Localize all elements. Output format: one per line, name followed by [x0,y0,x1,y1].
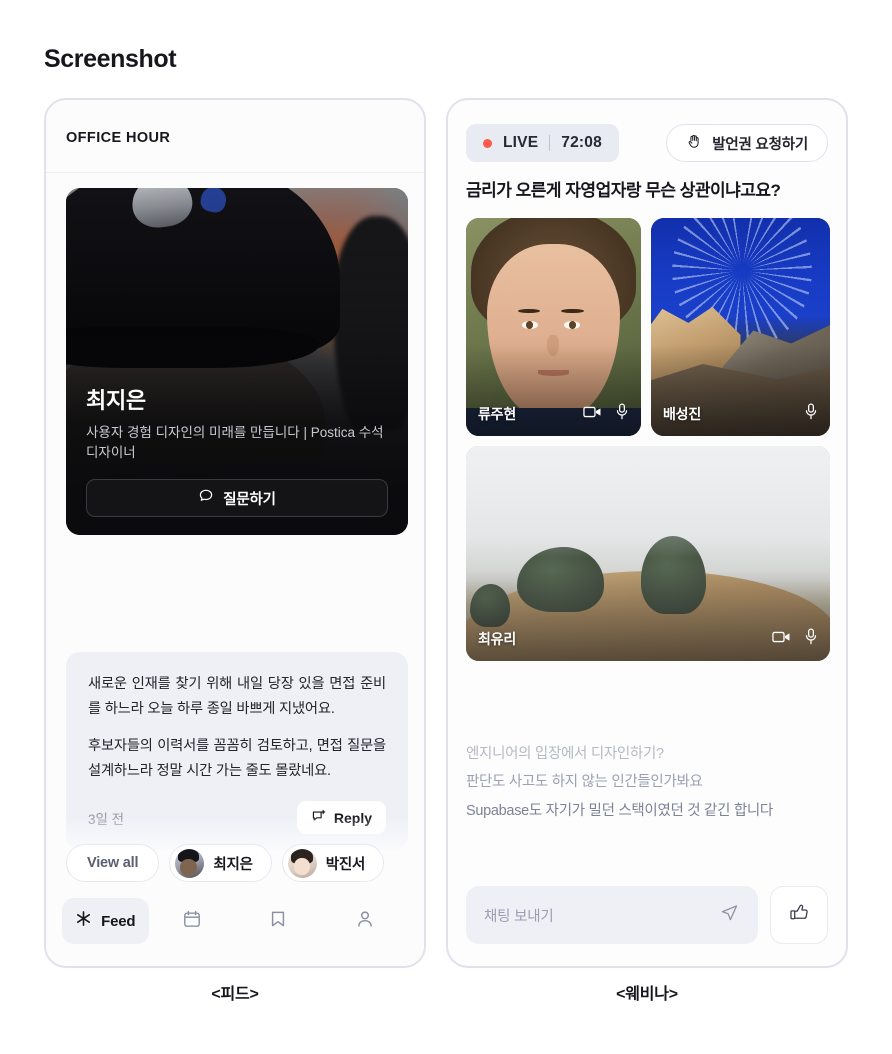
speech-bubble-icon [198,488,214,508]
request-to-speak-label: 발언권 요청하기 [712,136,808,153]
view-all-label: View all [87,855,139,871]
chat-message: Supabase도 자기가 밀던 스택이였던 것 같긴 합니다 [466,802,773,819]
participant-tile[interactable]: 최유리 [466,446,830,661]
bottom-navigation: Feed [62,898,408,944]
section-title-office-hour: OFFICE HOUR [66,130,171,146]
participant-name: 배성진 [663,406,702,422]
live-status-badge: LIVE 72:08 [466,124,619,162]
request-to-speak-button[interactable]: 발언권 요청하기 [666,124,828,162]
nav-item-feed-label: Feed [101,912,136,930]
nav-item-profile[interactable] [322,898,409,944]
live-label: LIVE [503,134,539,151]
participant-tile[interactable]: 류주현 [466,218,641,436]
microphone-icon[interactable] [615,403,629,425]
view-all-chip[interactable]: View all [66,844,160,882]
like-button[interactable] [770,886,828,944]
participant-chip-choi-jieun[interactable]: 최지은 [169,844,272,882]
person-icon [355,909,375,934]
webinar-title: 금리가 오른게 자영업자랑 무슨 상관이냐고요? [466,181,781,200]
ask-question-label: 질문하기 [223,491,276,508]
speaker-hero-card[interactable]: 최지은 사용자 경험 디자인의 미래를 만듭니다 | Postica 수석 디자… [66,188,408,535]
screenshot-page: Screenshot OFFICE HOUR 최지은 사용자 경험 디자인의 미… [0,0,892,1054]
chat-input-row: 채팅 보내기 [466,886,828,944]
avatar [175,848,205,878]
thumbs-up-icon [788,901,811,929]
ask-question-button[interactable]: 질문하기 [86,479,388,517]
comment-paragraph: 새로운 인재를 찾기 위해 내일 당장 있을 면접 준비를 하느라 오늘 하루 … [88,676,386,717]
nav-item-feed[interactable]: Feed [62,898,149,944]
participant-tile[interactable]: 배성진 [651,218,830,436]
raised-hand-icon [686,133,703,154]
chat-message-log: 엔지니어의 입장에서 디자인하기? 판단도 사고도 하지 않는 인간들인가봐요 … [466,740,828,825]
speaker-bio: 사용자 경험 디자인의 미래를 만듭니다 | Postica 수석 디자이너 [86,424,384,460]
participant-chip-label: 최지은 [213,856,253,873]
send-icon[interactable] [719,902,740,928]
speaker-name: 최지은 [86,387,146,413]
chat-message: 엔지니어의 입장에서 디자인하기? [466,746,664,762]
participant-chip-park-jinseo[interactable]: 박진서 [281,844,385,882]
caption-feed: <피드> [211,986,259,1003]
live-dot-icon [483,138,492,148]
participant-chip-label: 박진서 [325,856,366,873]
page-title: Screenshot [44,45,177,73]
badge-divider [549,135,551,151]
participant-chips: View all 최지은 박진서 [66,844,385,882]
avatar [287,848,317,878]
chat-input-placeholder: 채팅 보내기 [484,908,554,925]
live-timer: 72:08 [561,134,602,151]
participant-name: 류주현 [478,406,517,422]
calendar-icon [182,909,202,934]
webinar-panel: LIVE 72:08 발언권 요청하기 금리가 오른게 자영업자랑 무슨 상관이… [446,98,848,968]
chat-input[interactable]: 채팅 보내기 [466,886,758,944]
comment-paragraph: 후보자들의 이력서를 꼼꼼히 검토하고, 면접 질문을 설계하느라 정말 시간 … [88,738,386,779]
chat-message: 판단도 사고도 하지 않는 인간들인가봐요 [466,774,703,791]
header-divider [46,172,424,173]
caption-webinar: <웨비나> [616,986,678,1003]
nav-item-calendar[interactable] [149,898,236,944]
bookmark-icon [268,909,288,934]
nav-item-bookmark[interactable] [235,898,322,944]
camera-icon[interactable] [583,405,602,424]
camera-icon[interactable] [772,630,791,649]
asterisk-icon [75,910,92,932]
participant-name: 최유리 [478,631,517,647]
feed-panel: OFFICE HOUR 최지은 사용자 경험 디자인의 미래를 만듭니다 | P… [44,98,426,968]
microphone-icon[interactable] [804,628,818,650]
microphone-icon[interactable] [804,403,818,425]
